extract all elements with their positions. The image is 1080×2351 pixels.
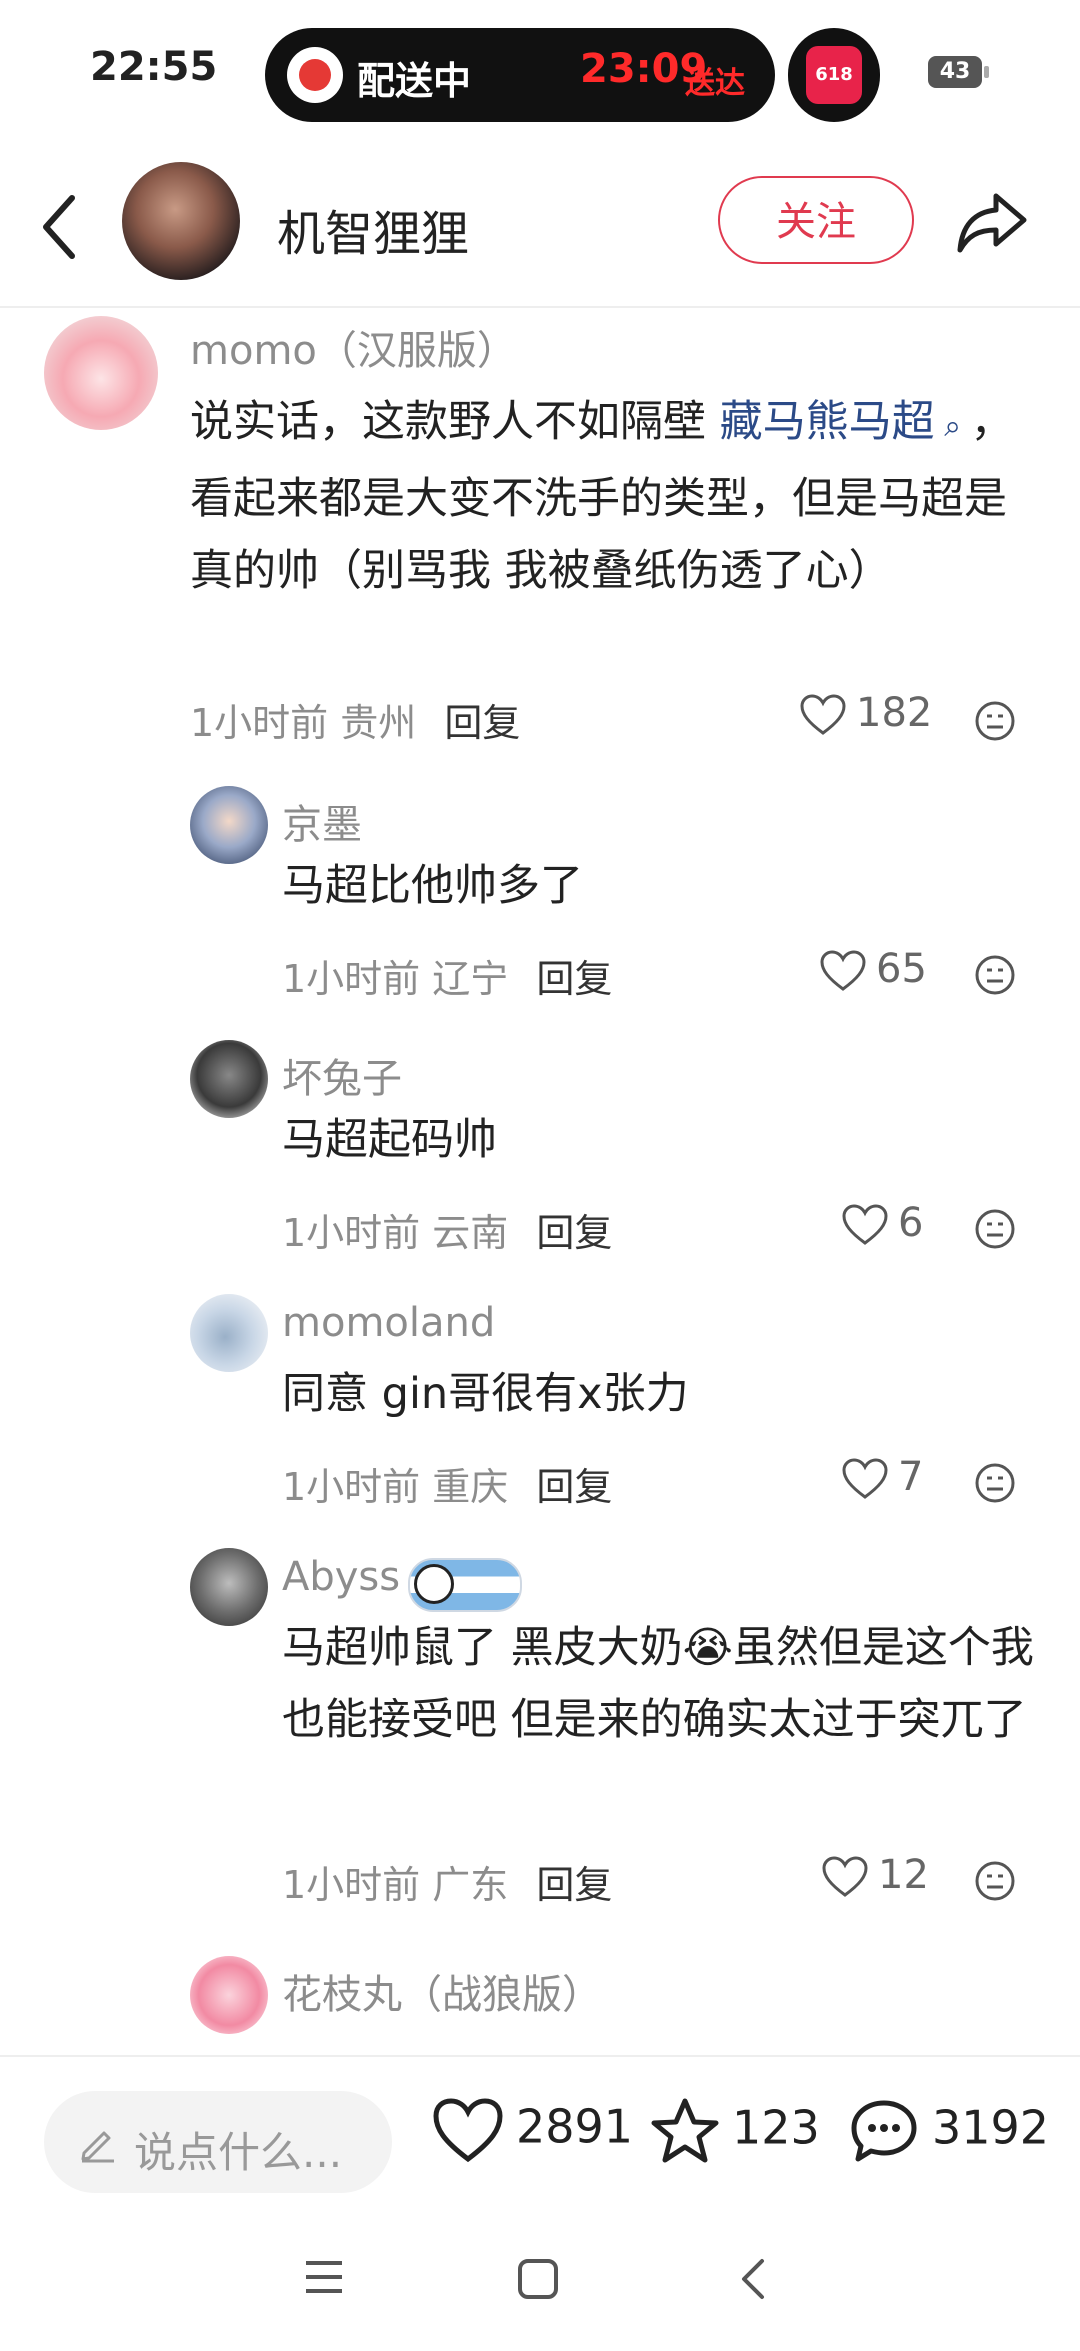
comment-username[interactable]: Abyss xyxy=(282,1554,400,1600)
nav-back-icon[interactable] xyxy=(738,2257,768,2301)
star-icon xyxy=(651,2098,719,2163)
comment-text: 同意 gin哥很有x张力 xyxy=(282,1369,689,1419)
comment-time: 1小时前 xyxy=(282,1863,421,1907)
reply-button[interactable]: 回复 xyxy=(536,1863,612,1907)
post-header: 机智狸狸 关注 xyxy=(0,150,1080,308)
avatar[interactable] xyxy=(44,316,158,430)
like-button[interactable]: 6 xyxy=(842,1200,923,1246)
like-count: 6 xyxy=(898,1200,924,1246)
chat-bubble-icon xyxy=(851,2100,917,2162)
comment-time: 1小时前 xyxy=(190,701,329,745)
delivery-eta-suffix: 送达 xyxy=(685,66,745,101)
status-bar: 22:55 配送中 23:09 送达 618 43 xyxy=(0,0,1080,150)
heart-icon xyxy=(842,1458,888,1499)
comment-text-part: 说实话，这款野人不如隔壁 xyxy=(190,397,720,447)
comment-input-placeholder: 说点什么... xyxy=(134,2128,343,2177)
comment-text: 马超比他帅多了 xyxy=(282,861,583,911)
heart-icon xyxy=(842,1204,888,1245)
emoji-face-icon[interactable] xyxy=(974,700,1016,742)
comment-location: 广东 xyxy=(432,1863,509,1907)
heart-icon xyxy=(822,1856,868,1897)
comment-text: 说实话，这款野人不如隔壁 藏马熊马超 ⌕ ，看起来都是大变不洗手的类型，但是马超… xyxy=(190,386,1030,607)
like-button[interactable]: 182 xyxy=(800,690,932,736)
like-button[interactable]: 65 xyxy=(820,946,927,992)
avatar[interactable] xyxy=(190,786,268,864)
soccer-ball-icon xyxy=(414,1564,454,1604)
comment-meta: 1小时前 辽宁 回复 xyxy=(282,948,612,1003)
emoji-face-icon[interactable] xyxy=(974,954,1016,996)
post-like-count: 2891 xyxy=(516,2099,634,2154)
post-comment-button[interactable]: 3192 xyxy=(848,2097,1049,2165)
reply-item: 花枝丸（战狼版） xyxy=(0,1950,1080,2055)
system-nav-bar xyxy=(0,2205,1080,2351)
comment-input[interactable]: 说点什么... xyxy=(44,2091,392,2193)
like-button[interactable]: 12 xyxy=(822,1852,929,1898)
emoji-face-icon[interactable] xyxy=(974,1462,1016,1504)
like-count: 7 xyxy=(898,1454,924,1500)
comment-username[interactable]: 坏兔子 xyxy=(282,1046,402,1104)
delivery-status: 配送中 xyxy=(357,59,472,103)
avatar[interactable] xyxy=(190,1294,268,1372)
bottom-action-bar: 说点什么... 2891 123 3192 xyxy=(0,2055,1080,2207)
menu-icon[interactable] xyxy=(302,2257,346,2297)
reply-button[interactable]: 回复 xyxy=(444,701,520,745)
avatar[interactable] xyxy=(190,1956,268,2034)
comment-time: 1小时前 xyxy=(282,1211,421,1255)
heart-icon xyxy=(820,950,866,991)
comment-time: 1小时前 xyxy=(282,957,421,1001)
reply-button[interactable]: 回复 xyxy=(536,1465,612,1509)
home-square-icon[interactable] xyxy=(516,2257,560,2301)
comment-username[interactable]: momoland xyxy=(282,1300,495,1346)
comment-username[interactable]: 花枝丸（战狼版） xyxy=(282,1962,602,2020)
comment-location: 云南 xyxy=(432,1211,509,1255)
comment-meta: 1小时前 重庆 回复 xyxy=(282,1456,612,1511)
follow-button[interactable]: 关注 xyxy=(718,176,914,264)
comment-text: 马超帅鼠了 黑皮大奶😭虽然但是这个我也能接受吧 但是来的确实太过于突兀了 xyxy=(282,1623,1034,1745)
comment-location: 辽宁 xyxy=(432,957,509,1001)
heart-icon xyxy=(800,694,846,735)
reply-button[interactable]: 回复 xyxy=(536,1211,612,1255)
comment-meta: 1小时前 贵州 回复 xyxy=(190,692,520,747)
like-count: 12 xyxy=(878,1852,929,1898)
post-favorite-count: 123 xyxy=(732,2100,820,2155)
topic-link[interactable]: 藏马熊马超 xyxy=(720,397,935,447)
emoji-face-icon[interactable] xyxy=(974,1208,1016,1250)
like-button[interactable]: 7 xyxy=(842,1454,923,1500)
avatar[interactable] xyxy=(190,1040,268,1118)
comment-location: 贵州 xyxy=(340,701,417,745)
delivery-live-activity[interactable]: 配送中 23:09 送达 xyxy=(265,28,775,122)
comment-meta: 1小时前 广东 回复 xyxy=(282,1854,612,1909)
like-count: 182 xyxy=(856,690,933,736)
comment-username[interactable]: 京墨 xyxy=(282,792,362,850)
author-avatar[interactable] xyxy=(122,162,240,280)
promo-app-icon[interactable]: 618 xyxy=(788,28,880,122)
topic-search-icon[interactable]: ⌕ xyxy=(935,409,971,444)
post-favorite-button[interactable]: 123 xyxy=(650,2097,820,2165)
comment-time: 1小时前 xyxy=(282,1465,421,1509)
author-name[interactable]: 机智狸狸 xyxy=(277,194,469,264)
post-comment-count: 3192 xyxy=(932,2100,1050,2155)
like-count: 65 xyxy=(876,946,927,992)
emoji-face-icon[interactable] xyxy=(974,1860,1016,1902)
battery-indicator: 43 xyxy=(928,56,989,88)
comment-meta: 1小时前 云南 回复 xyxy=(282,1202,612,1257)
avatar[interactable] xyxy=(190,1548,268,1626)
scooter-icon xyxy=(287,47,343,103)
comment-text: 马超起码帅 xyxy=(282,1115,497,1165)
reply-button[interactable]: 回复 xyxy=(536,957,612,1001)
fan-badge xyxy=(408,1558,522,1612)
comment-username[interactable]: momo（汉服版） xyxy=(190,318,517,376)
promo-badge: 618 xyxy=(806,46,862,104)
pencil-icon xyxy=(81,2131,114,2163)
heart-icon xyxy=(433,2098,503,2163)
status-time: 22:55 xyxy=(90,44,218,90)
back-icon[interactable] xyxy=(40,192,80,262)
comment-location: 重庆 xyxy=(432,1465,509,1509)
share-icon[interactable] xyxy=(956,190,1028,254)
post-like-button[interactable]: 2891 xyxy=(432,2097,633,2163)
